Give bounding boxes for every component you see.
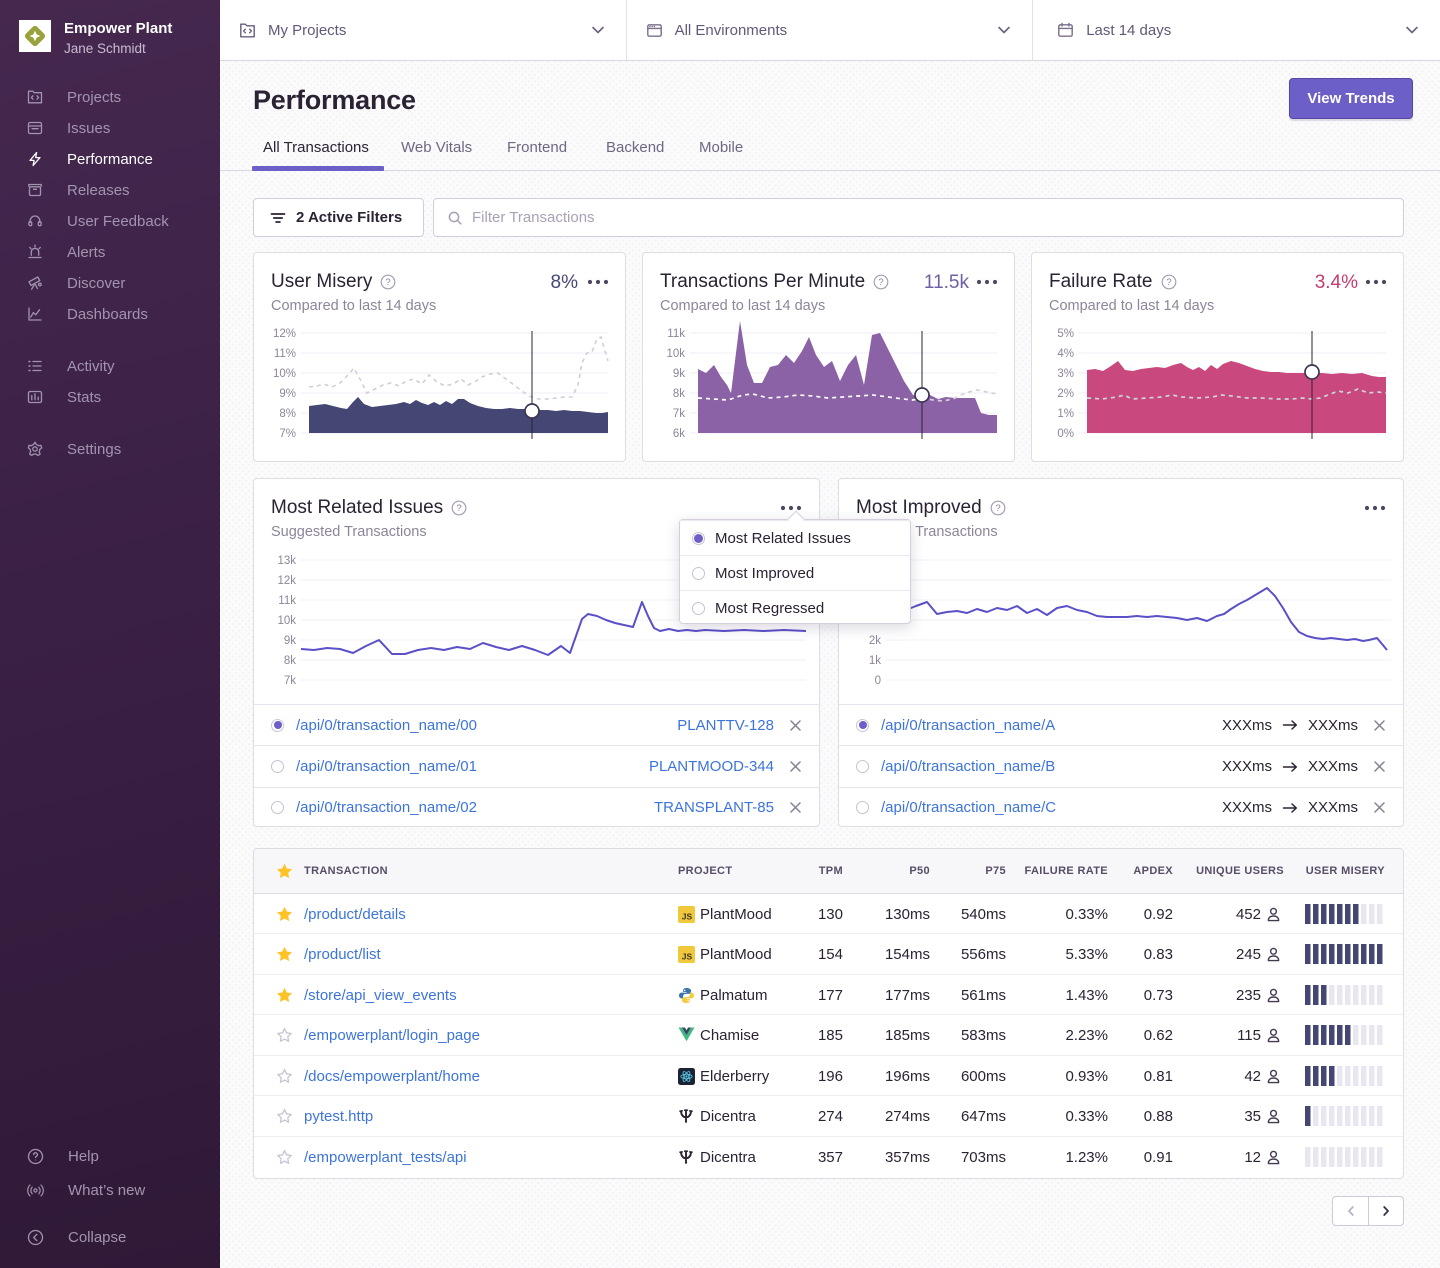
svg-text:11k: 11k <box>667 328 685 340</box>
svg-text:2%: 2% <box>1057 388 1074 400</box>
svg-text:6k: 6k <box>673 428 685 440</box>
svg-text:10%: 10% <box>273 368 296 380</box>
svg-text:12%: 12% <box>273 328 296 340</box>
svg-text:9k: 9k <box>284 635 296 647</box>
svg-text:12k: 12k <box>277 575 296 587</box>
svg-text:2k: 2k <box>869 635 881 647</box>
svg-text:1k: 1k <box>869 655 881 667</box>
svg-text:?: ? <box>879 277 884 288</box>
svg-text:4%: 4% <box>1057 348 1074 360</box>
svg-text:13k: 13k <box>277 555 296 567</box>
svg-text:?: ? <box>456 503 461 514</box>
svg-text:?: ? <box>1166 277 1171 288</box>
svg-text:8k: 8k <box>673 388 685 400</box>
svg-text:0%: 0% <box>1057 428 1074 440</box>
svg-text:1%: 1% <box>1057 408 1074 420</box>
svg-text:11k: 11k <box>278 595 296 607</box>
svg-text:JS: JS <box>682 911 693 921</box>
svg-text:9k: 9k <box>673 368 685 380</box>
svg-text:7k: 7k <box>284 675 296 687</box>
svg-text:7k: 7k <box>673 408 685 420</box>
svg-text:8k: 8k <box>284 655 296 667</box>
svg-text:3%: 3% <box>1057 368 1074 380</box>
svg-text:JS: JS <box>682 951 693 961</box>
svg-text:10k: 10k <box>277 615 296 627</box>
svg-text:9%: 9% <box>279 388 296 400</box>
svg-text:10k: 10k <box>666 348 685 360</box>
svg-text:7%: 7% <box>279 428 296 440</box>
svg-text:0: 0 <box>875 675 881 687</box>
svg-text:?: ? <box>386 277 391 288</box>
svg-text:5%: 5% <box>1057 328 1074 340</box>
svg-text:8%: 8% <box>279 408 296 420</box>
svg-text:?: ? <box>995 503 1000 514</box>
svg-text:11%: 11% <box>274 348 296 360</box>
